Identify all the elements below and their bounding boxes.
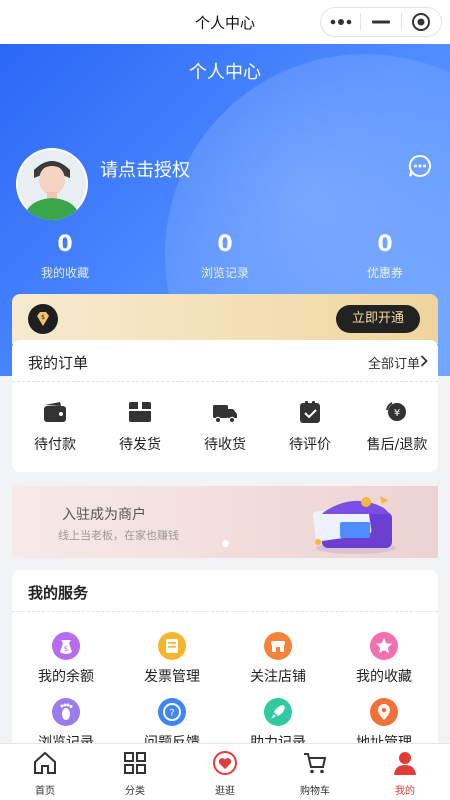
stat-label: 浏览记录 xyxy=(200,266,249,280)
order-label: 待评价 xyxy=(289,437,331,453)
order-pending-receipt[interactable]: 待收货 xyxy=(180,400,270,454)
svg-text:$: $ xyxy=(41,314,45,321)
tab-category[interactable]: 分类 xyxy=(90,750,180,797)
cart-icon xyxy=(304,753,327,774)
merchant-banner[interactable]: 入驻成为商户 线上当老板，在家也赚钱 xyxy=(12,486,438,558)
tab-browse[interactable]: 逛逛 xyxy=(180,750,270,797)
message-icon[interactable] xyxy=(408,154,432,178)
order-label: 待收货 xyxy=(204,437,246,453)
chevron-right-icon[interactable] xyxy=(420,355,428,367)
svg-text:$: $ xyxy=(64,645,68,653)
tab-label: 首页 xyxy=(35,786,55,797)
orders-header: 我的订单 全部订单 xyxy=(12,340,438,382)
truck-icon xyxy=(213,405,237,424)
login-prompt[interactable]: 请点击授权 xyxy=(100,156,190,182)
all-orders-link[interactable]: 全部订单 xyxy=(368,353,420,372)
stat-label: 优惠券 xyxy=(366,266,403,280)
service-favorites[interactable]: 我的收藏 xyxy=(334,632,434,686)
order-label: 待付款 xyxy=(34,437,76,453)
invoice-icon xyxy=(158,632,186,660)
more-button[interactable] xyxy=(321,8,360,36)
footprint-icon xyxy=(52,698,80,726)
bottom-tab-bar: 首页 分类 逛逛 购物车 我的 xyxy=(0,743,450,800)
service-label: 关注店铺 xyxy=(250,669,306,685)
order-pending-shipment[interactable]: 待发货 xyxy=(95,400,185,454)
order-pending-payment[interactable]: 待付款 xyxy=(10,400,100,454)
review-icon xyxy=(300,401,320,423)
tab-mine[interactable]: 我的 xyxy=(360,750,450,797)
target-close-icon xyxy=(412,13,431,31)
stat-history[interactable]: 0 浏览记录 xyxy=(165,232,285,281)
question-icon: ? xyxy=(158,698,186,726)
grid-icon xyxy=(124,752,146,774)
package-icon xyxy=(129,402,151,422)
location-icon xyxy=(370,698,398,726)
wallet-icon xyxy=(44,402,66,422)
services-card: 我的服务 $ 我的余额 发票管理 关注店铺 我的收藏 ? xyxy=(12,570,438,751)
order-after-sales[interactable]: ¥ 售后/退款 xyxy=(352,400,442,454)
heart-icon xyxy=(213,751,237,775)
order-label: 待发货 xyxy=(119,437,161,453)
service-followed-stores[interactable]: 关注店铺 xyxy=(228,632,328,686)
tab-home[interactable]: 首页 xyxy=(0,750,90,797)
service-label: 发票管理 xyxy=(144,669,200,685)
stat-coupons[interactable]: 0 优惠券 xyxy=(325,232,445,281)
stats-row: 0 我的收藏 0 浏览记录 0 优惠券 xyxy=(0,232,450,284)
order-pending-review[interactable]: 待评价 xyxy=(265,400,355,454)
page-title: 个人中心 xyxy=(189,62,261,83)
stat-value: 0 xyxy=(217,232,233,257)
default-avatar-icon xyxy=(18,150,86,220)
merchant-title: 入驻成为商户 xyxy=(62,507,146,523)
orders-card: 我的订单 全部订单 待付款 待发货 待收货 待评价 ¥ 售后/退款 xyxy=(12,340,438,472)
tab-label: 购物车 xyxy=(300,786,330,797)
wallet-illustration-icon xyxy=(312,496,396,554)
service-invoice[interactable]: 发票管理 xyxy=(122,632,222,686)
close-button[interactable] xyxy=(402,8,441,36)
rocket-icon xyxy=(264,698,292,726)
stat-value: 0 xyxy=(57,232,73,257)
stat-value: 0 xyxy=(377,232,393,257)
services-header: 我的服务 xyxy=(12,570,438,612)
carousel-indicator xyxy=(222,540,229,547)
vip-banner: $ 立即开通 xyxy=(12,294,438,344)
store-icon xyxy=(264,632,292,660)
service-label: 我的收藏 xyxy=(356,669,412,685)
order-label: 售后/退款 xyxy=(366,437,428,453)
avatar[interactable] xyxy=(16,148,88,220)
services-title: 我的服务 xyxy=(28,584,89,602)
title-bar: 个人中心 xyxy=(0,0,450,44)
svg-text:¥: ¥ xyxy=(394,408,400,419)
star-icon xyxy=(370,632,398,660)
stat-favorites[interactable]: 0 我的收藏 xyxy=(5,232,125,281)
miniprogram-capsule xyxy=(320,7,442,37)
home-icon xyxy=(34,751,56,774)
vip-diamond-icon: $ xyxy=(28,304,58,334)
merchant-subtitle: 线上当老板，在家也赚钱 xyxy=(58,529,179,542)
minus-icon xyxy=(371,20,390,24)
orders-title: 我的订单 xyxy=(28,354,89,372)
service-label: 我的余额 xyxy=(38,669,94,685)
minimize-button[interactable] xyxy=(361,8,400,36)
svg-text:?: ? xyxy=(169,708,174,719)
user-icon xyxy=(394,752,416,775)
tab-label: 我的 xyxy=(395,786,415,797)
order-status-row: 待付款 待发货 待收货 待评价 ¥ 售后/退款 xyxy=(12,400,438,460)
vip-activate-button[interactable]: 立即开通 xyxy=(336,305,420,333)
refund-icon: ¥ xyxy=(386,402,406,421)
more-dots-icon xyxy=(330,19,351,25)
tab-cart[interactable]: 购物车 xyxy=(270,750,360,797)
stat-label: 我的收藏 xyxy=(40,266,89,280)
tab-label: 分类 xyxy=(125,786,145,797)
tab-label: 逛逛 xyxy=(215,786,235,797)
service-balance[interactable]: $ 我的余额 xyxy=(16,632,116,686)
balance-icon: $ xyxy=(52,632,80,660)
